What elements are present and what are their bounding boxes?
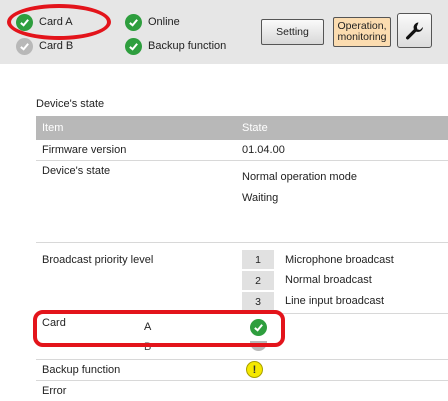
tools-button[interactable]: [397, 13, 432, 48]
wrench-icon: [405, 22, 423, 39]
broadcast-priority-label: Broadcast priority level: [42, 254, 154, 266]
status-online-label: Online: [148, 16, 180, 28]
error-label: Error: [42, 385, 67, 397]
column-header-state: State: [242, 122, 268, 134]
device-state-label: Device's state: [42, 165, 111, 177]
priority-name: Normal broadcast: [285, 274, 372, 286]
priority-number: 3: [242, 292, 274, 311]
operation-monitoring-label: Operation, monitoring: [337, 20, 387, 43]
priority-name: Microphone broadcast: [285, 254, 394, 266]
warning-icon: !: [246, 361, 263, 378]
check-circle-icon: [125, 13, 142, 31]
operation-monitoring-button[interactable]: Operation, monitoring: [333, 17, 391, 47]
check-circle-icon: [16, 37, 33, 55]
priority-name: Line input broadcast: [285, 295, 385, 307]
priority-number: 1: [242, 250, 274, 269]
firmware-label: Firmware version: [42, 144, 127, 156]
status-backup-function-label: Backup function: [148, 40, 227, 52]
table-row-error: Error: [36, 381, 448, 401]
column-header-item: Item: [42, 122, 64, 134]
highlight-rectangle: [33, 310, 285, 347]
table-row-backup-function: Backup function !: [36, 360, 448, 381]
table-row-firmware: Firmware version 01.04.00: [36, 140, 448, 161]
status-backup-function: Backup function: [125, 36, 226, 56]
priority-number: 2: [242, 271, 274, 290]
device-state-mode: Normal operation mode: [242, 171, 357, 183]
table-row-device-state: Device's state Normal operation mode Wai…: [36, 161, 448, 243]
setting-button-label: Setting: [276, 25, 309, 38]
status-card-b-label: Card B: [39, 40, 74, 52]
highlight-ellipse: [7, 4, 111, 40]
table-header: Item State: [36, 116, 448, 140]
status-online: Online: [125, 12, 180, 32]
device-state-status: Waiting: [242, 192, 279, 204]
section-title: Device's state: [36, 98, 105, 110]
setting-button[interactable]: Setting: [261, 19, 324, 45]
table-row-broadcast-priority: Broadcast priority level 1 Microphone br…: [36, 249, 448, 314]
check-circle-icon: [125, 37, 142, 55]
top-status-bar: Card A Card B Online Backup function Set…: [0, 0, 448, 64]
backup-function-label: Backup function: [42, 364, 121, 376]
firmware-value: 01.04.00: [242, 144, 285, 156]
